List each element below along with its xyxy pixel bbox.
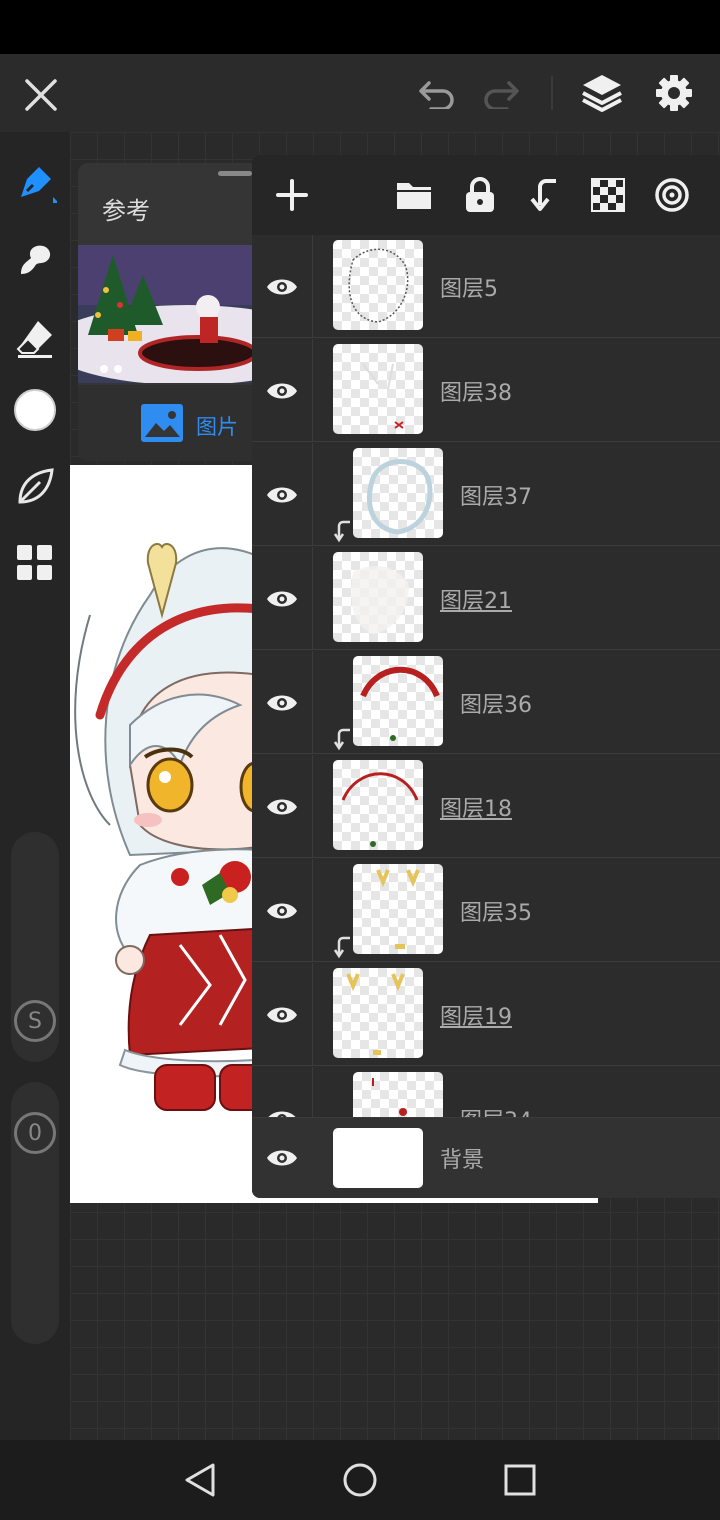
- image-button-label[interactable]: 图片: [196, 411, 238, 441]
- toolbar-divider: [551, 76, 553, 110]
- layer-divider: [312, 443, 313, 546]
- background-layer-row[interactable]: 背景: [252, 1117, 720, 1198]
- clipping-mask-icon: [333, 727, 352, 755]
- layer-divider: [312, 651, 313, 754]
- layers-list[interactable]: 图层5 图层38 图层37 图层21 图层36 图层18 图层35 图层19 图层34: [252, 235, 720, 1117]
- reference-panel: 参考 图片: [78, 163, 260, 461]
- close-icon[interactable]: [18, 72, 64, 118]
- brush-size-label: S: [14, 1000, 56, 1042]
- layer-name: 图层36: [460, 693, 532, 718]
- layer-row[interactable]: 图层19: [252, 963, 720, 1066]
- layer-row[interactable]: 图层37: [252, 443, 720, 546]
- clipping-mask-icon: [333, 519, 352, 547]
- left-toolbar: S 0: [0, 132, 70, 1440]
- layer-name: 图层21: [440, 589, 512, 614]
- layer-divider: [312, 339, 313, 442]
- redo-icon[interactable]: [478, 74, 524, 114]
- layer-thumbnail: [333, 1128, 423, 1188]
- layer-divider: [312, 963, 313, 1066]
- layers-toolbar: [252, 155, 720, 235]
- layer-row[interactable]: 图层38: [252, 339, 720, 442]
- layer-row[interactable]: 图层34: [252, 1067, 720, 1117]
- grid-icon[interactable]: [10, 538, 60, 588]
- layer-row[interactable]: 图层18: [252, 755, 720, 858]
- layer-thumbnail: [353, 656, 443, 746]
- layer-thumbnail: [353, 864, 443, 954]
- eye-icon[interactable]: [264, 1140, 300, 1176]
- smudge-icon[interactable]: [10, 235, 60, 285]
- eraser-icon[interactable]: [10, 313, 60, 363]
- layer-thumbnail: [353, 448, 443, 538]
- layers-icon[interactable]: [578, 70, 626, 116]
- leaf-icon[interactable]: [10, 462, 60, 512]
- clipping-mask-icon: [333, 935, 352, 963]
- undo-icon[interactable]: [414, 74, 460, 114]
- layer-thumbnail: [333, 968, 423, 1058]
- layer-divider: [312, 1067, 313, 1117]
- layer-thumbnail: [333, 760, 423, 850]
- color-swatch[interactable]: [10, 385, 60, 435]
- status-bar: [0, 0, 720, 54]
- eye-icon[interactable]: [264, 789, 300, 825]
- eye-icon[interactable]: [264, 269, 300, 305]
- top-toolbar: [0, 54, 720, 132]
- layer-name: 图层38: [440, 381, 512, 406]
- settings-icon[interactable]: [650, 70, 698, 116]
- folder-icon[interactable]: [394, 175, 434, 215]
- layer-name: 背景: [440, 1148, 485, 1173]
- layer-row[interactable]: 图层36: [252, 651, 720, 754]
- eye-icon[interactable]: [264, 581, 300, 617]
- image-icon[interactable]: [140, 403, 184, 447]
- pen-icon[interactable]: [10, 158, 60, 208]
- layer-name: 图层19: [440, 1005, 512, 1030]
- add-layer-icon[interactable]: [272, 175, 312, 215]
- layer-divider: [312, 547, 313, 650]
- eye-icon[interactable]: [264, 1101, 300, 1117]
- layer-divider: [312, 859, 313, 962]
- layer-thumbnail: [333, 240, 423, 330]
- opacity-label: 0: [14, 1112, 56, 1154]
- layer-name: 图层37: [460, 485, 532, 510]
- layer-thumbnail: [333, 552, 423, 642]
- layer-divider: [312, 235, 313, 338]
- eye-icon[interactable]: [264, 893, 300, 929]
- layer-row[interactable]: 图层5: [252, 235, 720, 338]
- alpha-lock-icon[interactable]: [588, 175, 628, 215]
- blend-icon[interactable]: [652, 175, 692, 215]
- layer-name: 图层34: [460, 1103, 532, 1117]
- lock-icon[interactable]: [460, 175, 500, 215]
- system-nav-bar: [0, 1440, 720, 1520]
- reference-image[interactable]: [78, 245, 260, 383]
- layer-name: 图层35: [460, 901, 532, 926]
- recents-icon[interactable]: [496, 1458, 544, 1502]
- eye-icon[interactable]: [264, 997, 300, 1033]
- layer-name: 图层18: [440, 797, 512, 822]
- layer-thumbnail: [353, 1072, 443, 1117]
- eye-icon[interactable]: [264, 373, 300, 409]
- eye-icon[interactable]: [264, 685, 300, 721]
- layer-row[interactable]: 图层35: [252, 859, 720, 962]
- layer-thumbnail: [333, 344, 423, 434]
- layer-row[interactable]: 图层21: [252, 547, 720, 650]
- back-icon[interactable]: [176, 1458, 224, 1502]
- layer-divider: [312, 755, 313, 858]
- layer-name: 图层5: [440, 277, 498, 302]
- reference-panel-title: 参考: [102, 197, 150, 225]
- eye-icon[interactable]: [264, 477, 300, 513]
- clip-icon[interactable]: [524, 175, 564, 215]
- reference-panel-handle[interactable]: [218, 171, 252, 176]
- home-icon[interactable]: [336, 1458, 384, 1502]
- layers-panel: 图层5 图层38 图层37 图层21 图层36 图层18 图层35 图层19 图层34 背景: [252, 155, 720, 1198]
